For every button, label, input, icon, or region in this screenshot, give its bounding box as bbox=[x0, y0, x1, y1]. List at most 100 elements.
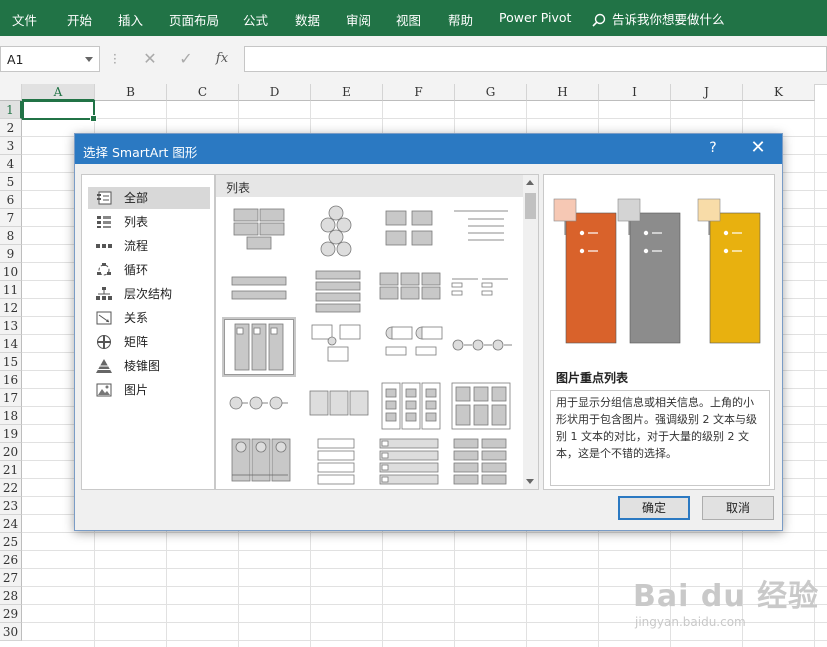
row-header[interactable]: 3 bbox=[0, 137, 22, 155]
column-header[interactable]: E bbox=[311, 84, 383, 101]
layout-thumbnail[interactable] bbox=[302, 435, 372, 489]
layout-thumbnail[interactable] bbox=[374, 205, 444, 261]
category-picture[interactable]: 图片 bbox=[88, 379, 210, 401]
tab-view[interactable]: 视图 bbox=[396, 10, 421, 29]
drag-handle-icon[interactable]: · · · bbox=[113, 49, 117, 69]
category-all[interactable]: 全部 bbox=[88, 187, 210, 209]
layout-thumbnail[interactable] bbox=[302, 319, 372, 375]
row-header[interactable]: 25 bbox=[0, 533, 22, 551]
category-hierarchy[interactable]: 层次结构 bbox=[88, 283, 210, 305]
column-header[interactable]: F bbox=[383, 84, 455, 101]
layout-thumbnail[interactable] bbox=[302, 379, 372, 435]
tell-me-box[interactable]: 告诉我你想要做什么 bbox=[592, 9, 725, 28]
category-matrix[interactable]: 矩阵 bbox=[88, 331, 210, 353]
tab-page-layout[interactable]: 页面布局 bbox=[169, 10, 219, 29]
column-header[interactable]: G bbox=[455, 84, 527, 101]
category-process[interactable]: 流程 bbox=[88, 235, 210, 257]
ok-button[interactable]: 确定 bbox=[618, 496, 690, 520]
column-header[interactable]: A bbox=[22, 84, 95, 101]
scroll-thumb[interactable] bbox=[525, 193, 536, 219]
chevron-down-icon[interactable] bbox=[85, 57, 93, 62]
row-header[interactable]: 13 bbox=[0, 317, 22, 335]
row-header[interactable]: 19 bbox=[0, 425, 22, 443]
row-header[interactable]: 20 bbox=[0, 443, 22, 461]
category-cycle[interactable]: 循环 bbox=[88, 259, 210, 281]
layout-thumbnail[interactable] bbox=[446, 267, 516, 323]
row-header[interactable]: 4 bbox=[0, 155, 22, 173]
row-header[interactable]: 5 bbox=[0, 173, 22, 191]
row-header[interactable]: 11 bbox=[0, 281, 22, 299]
layout-thumbnail[interactable] bbox=[222, 317, 296, 377]
row-header[interactable]: 16 bbox=[0, 371, 22, 389]
layout-thumbnail[interactable] bbox=[374, 319, 444, 375]
column-header[interactable]: D bbox=[239, 84, 311, 101]
tab-file[interactable]: 文件 bbox=[12, 10, 37, 29]
layout-thumbnail[interactable] bbox=[446, 319, 516, 375]
layout-thumbnail[interactable] bbox=[302, 205, 372, 261]
row-header[interactable]: 23 bbox=[0, 497, 22, 515]
row-header[interactable]: 12 bbox=[0, 299, 22, 317]
column-header[interactable]: K bbox=[743, 84, 815, 101]
column-header[interactable]: B bbox=[95, 84, 167, 101]
confirm-entry-button[interactable]: ✓ bbox=[171, 46, 201, 72]
tab-power-pivot[interactable]: Power Pivot bbox=[499, 10, 571, 25]
row-header[interactable]: 22 bbox=[0, 479, 22, 497]
row-header[interactable]: 8 bbox=[0, 227, 22, 245]
tab-home[interactable]: 开始 bbox=[67, 10, 92, 29]
column-header[interactable]: J bbox=[671, 84, 743, 101]
row-header[interactable]: 28 bbox=[0, 587, 22, 605]
tab-formulas[interactable]: 公式 bbox=[243, 10, 268, 29]
row-header[interactable]: 2 bbox=[0, 119, 22, 137]
name-box[interactable]: A1 bbox=[0, 46, 100, 72]
layout-thumbnail[interactable] bbox=[446, 379, 516, 435]
row-header[interactable]: 21 bbox=[0, 461, 22, 479]
dialog-title-bar[interactable]: 选择 SmartArt 图形 ? ✕ bbox=[75, 134, 782, 164]
row-header[interactable]: 24 bbox=[0, 515, 22, 533]
tab-review[interactable]: 审阅 bbox=[346, 10, 371, 29]
layout-thumbnail[interactable] bbox=[224, 435, 294, 489]
layout-thumbnail[interactable] bbox=[374, 435, 444, 489]
category-pyramid[interactable]: 棱锥图 bbox=[88, 355, 210, 377]
layout-thumbnail[interactable] bbox=[302, 267, 372, 323]
insert-function-button[interactable]: fx bbox=[207, 46, 237, 72]
column-header[interactable]: H bbox=[527, 84, 599, 101]
column-header[interactable]: I bbox=[599, 84, 671, 101]
row-header[interactable]: 15 bbox=[0, 353, 22, 371]
row-header[interactable]: 26 bbox=[0, 551, 22, 569]
scroll-down-icon[interactable] bbox=[526, 479, 534, 484]
select-all-corner[interactable] bbox=[0, 84, 22, 101]
layout-thumbnail[interactable] bbox=[446, 205, 516, 261]
category-relationship[interactable]: 关系 bbox=[88, 307, 210, 329]
row-header[interactable]: 30 bbox=[0, 623, 22, 641]
layout-thumbnail[interactable] bbox=[224, 205, 294, 261]
tab-help[interactable]: 帮助 bbox=[448, 10, 473, 29]
category-list-item[interactable]: 列表 bbox=[88, 211, 210, 233]
tab-insert[interactable]: 插入 bbox=[118, 10, 143, 29]
fill-handle[interactable] bbox=[90, 115, 97, 122]
active-cell-a1[interactable] bbox=[22, 100, 97, 122]
row-header[interactable]: 29 bbox=[0, 605, 22, 623]
layout-thumbnail[interactable] bbox=[224, 267, 294, 323]
layout-thumbnail[interactable] bbox=[446, 435, 516, 489]
row-header[interactable]: 6 bbox=[0, 191, 22, 209]
row-header[interactable]: 14 bbox=[0, 335, 22, 353]
cancel-entry-button[interactable]: ✕ bbox=[135, 46, 165, 72]
layout-thumbnail[interactable] bbox=[374, 379, 444, 435]
close-button[interactable]: ✕ bbox=[747, 137, 769, 158]
row-header[interactable]: 17 bbox=[0, 389, 22, 407]
row-header[interactable]: 7 bbox=[0, 209, 22, 227]
cancel-button[interactable]: 取消 bbox=[702, 496, 774, 520]
tab-data[interactable]: 数据 bbox=[295, 10, 320, 29]
scroll-up-icon[interactable] bbox=[526, 180, 534, 185]
row-header[interactable]: 10 bbox=[0, 263, 22, 281]
gallery-scrollbar[interactable] bbox=[523, 175, 538, 489]
layout-thumbnail[interactable] bbox=[374, 267, 444, 323]
layout-thumbnail[interactable] bbox=[224, 379, 294, 435]
row-header[interactable]: 27 bbox=[0, 569, 22, 587]
column-header[interactable]: C bbox=[167, 84, 239, 101]
row-header[interactable]: 18 bbox=[0, 407, 22, 425]
row-header[interactable]: 1 bbox=[0, 101, 22, 119]
row-header[interactable]: 9 bbox=[0, 245, 22, 263]
formula-input[interactable] bbox=[244, 46, 827, 72]
help-button[interactable]: ? bbox=[703, 140, 723, 156]
